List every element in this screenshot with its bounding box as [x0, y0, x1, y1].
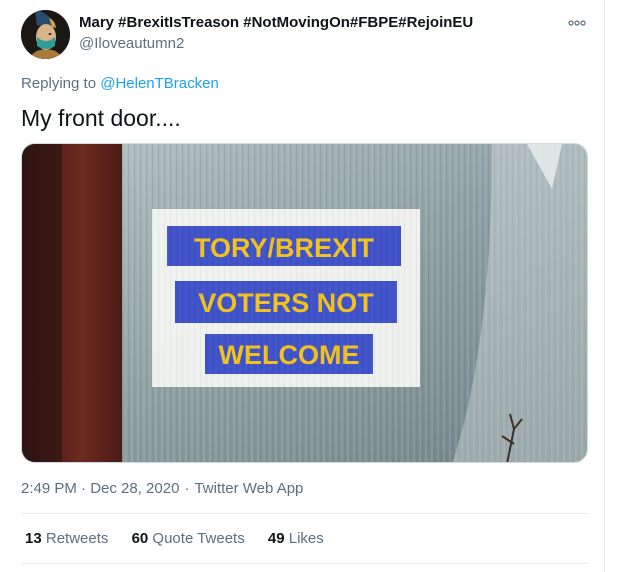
quote-tweets-label: Quote Tweets — [152, 530, 245, 547]
likes-label: Likes — [288, 530, 324, 547]
user-display-name[interactable]: Mary #BrexitIsTreason #NotMovingOn#FBPE#… — [79, 14, 473, 31]
likes-count: 49 — [267, 530, 285, 547]
retweets-label: Retweets — [45, 530, 109, 547]
tweet-source[interactable]: Twitter Web App — [194, 480, 303, 497]
column-border — [604, 0, 605, 572]
tweet-text: My front door.... — [21, 105, 181, 131]
replying-to: Replying to @HelenTBracken — [21, 75, 219, 92]
reply-target-link[interactable]: @HelenTBracken — [100, 75, 219, 92]
tweet-photo[interactable]: TORY/BREXIT VOTERS NOT WELCOME — [21, 143, 588, 463]
retweets-stat[interactable]: 13 Retweets — [25, 530, 108, 547]
quote-tweets-stat[interactable]: 60 Quote Tweets — [132, 530, 245, 547]
tweet-stats: 13 Retweets 60 Quote Tweets 49 Likes — [25, 530, 343, 547]
divider — [21, 563, 588, 564]
divider — [21, 513, 588, 514]
user-handle[interactable]: @Iloveautumn2 — [79, 35, 184, 52]
more-dots-icon[interactable] — [566, 14, 588, 32]
likes-stat[interactable]: 49 Likes — [268, 530, 324, 547]
avatar[interactable] — [21, 10, 70, 59]
retweets-count: 13 — [25, 530, 42, 547]
tweet-timestamp[interactable]: 2:49 PM · Dec 28, 2020 — [21, 480, 179, 497]
quote-tweets-count: 60 — [131, 530, 149, 547]
tweet-meta: 2:49 PM · Dec 28, 2020 · Twitter Web App — [21, 480, 304, 497]
replying-to-prefix: Replying to — [21, 75, 97, 92]
